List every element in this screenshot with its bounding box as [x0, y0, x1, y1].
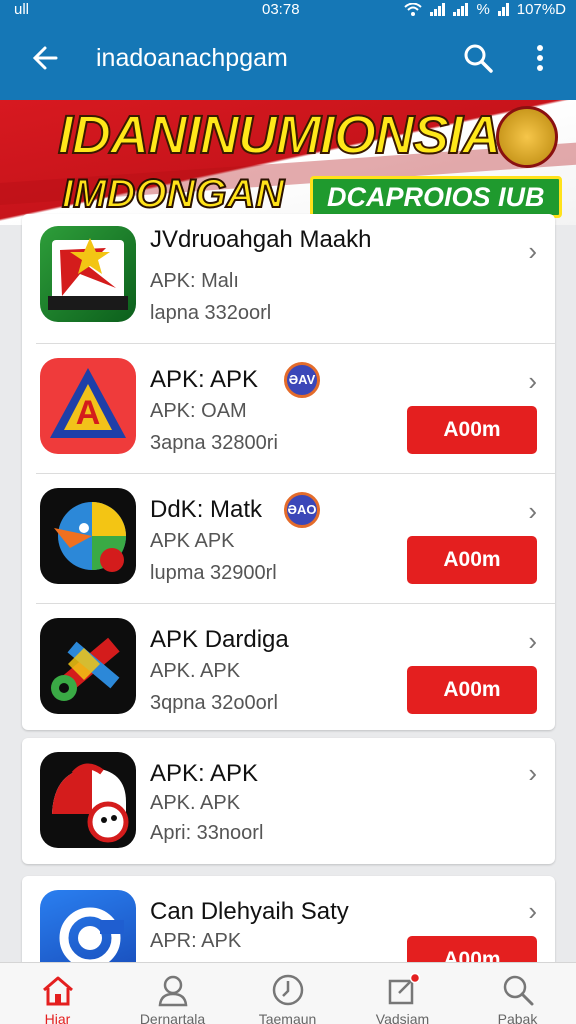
- nav-account[interactable]: Dernartala: [115, 963, 230, 1024]
- list-item[interactable]: A APK: APK ƏAV APK: OAM 3apna 32800ri › …: [22, 344, 555, 474]
- notification-icon: [388, 973, 421, 1005]
- app-name: APK Dardiga: [150, 626, 289, 653]
- app-badge: ƏAV: [284, 362, 320, 398]
- cell-signal-icon-3: [497, 3, 509, 16]
- list-item[interactable]: APK: APK APK. APK Apri: 33noorl ›: [22, 738, 555, 864]
- app-bar: inadoanachpgam: [0, 20, 576, 100]
- signal-label: ull: [14, 1, 30, 18]
- app-subtitle: APK APK: [150, 530, 235, 552]
- more-vert-icon[interactable]: [526, 40, 554, 76]
- install-button[interactable]: A00m: [407, 536, 537, 584]
- nav-notifications[interactable]: Vadsiam: [345, 963, 460, 1024]
- search-icon: [503, 975, 534, 1006]
- app-subtitle: APK: OAM: [150, 400, 247, 422]
- app-list-card: JVdruoahgah Maakh APK: Malı lapna 332oor…: [22, 214, 555, 730]
- banner-subheadline: IMDONGAN: [61, 171, 285, 217]
- install-button[interactable]: A00m: [407, 406, 537, 454]
- app-subtitle: APR: APK: [150, 930, 242, 952]
- status-bar: ull 03:78 % 107%D: [0, 0, 576, 20]
- chevron-right-icon[interactable]: ›: [528, 896, 537, 927]
- chevron-right-icon[interactable]: ›: [528, 366, 537, 397]
- app-meta: 3apna 32800ri: [150, 432, 278, 454]
- cell-signal-icon-2: [453, 3, 469, 16]
- banner-pill: DCAPROIOS IUB: [310, 176, 562, 218]
- install-button[interactable]: A00m: [407, 666, 537, 714]
- page-title: inadoanachpgam: [96, 44, 288, 72]
- cell-signal-icon: [430, 3, 446, 16]
- list-item[interactable]: JVdruoahgah Maakh APK: Malı lapna 332oor…: [22, 214, 555, 344]
- app-icon: A: [40, 358, 136, 454]
- app-meta: 3qpna 32o0orl: [150, 692, 278, 714]
- user-icon: [158, 975, 188, 1007]
- clock-icon: [272, 974, 304, 1006]
- banner-headline: IDANINUMIONSIA: [57, 104, 502, 166]
- battery-percent-symbol: %: [476, 1, 490, 18]
- app-subtitle: APK. APK: [150, 660, 241, 682]
- app-meta: lapna 332oorl: [150, 302, 272, 324]
- app-name: JVdruoahgah Maakh: [150, 226, 372, 253]
- chevron-right-icon[interactable]: ›: [528, 496, 537, 527]
- app-subtitle: APK. APK: [150, 792, 241, 814]
- chevron-right-icon[interactable]: ›: [528, 758, 537, 789]
- wifi-icon: [404, 2, 423, 16]
- emblem-icon: [496, 106, 558, 168]
- search-icon[interactable]: [460, 40, 496, 76]
- battery-level: 107%D: [516, 1, 566, 18]
- chevron-right-icon[interactable]: ›: [528, 626, 537, 657]
- list-item[interactable]: APK Dardiga APK. APK 3qpna 32o0orl › A00…: [22, 604, 555, 730]
- app-meta: Apri: 33noorl: [150, 822, 264, 844]
- nav-home[interactable]: Hiar: [0, 963, 115, 1024]
- nav-label: Pabak: [497, 1011, 538, 1024]
- nav-label: Dernartala: [139, 1011, 206, 1024]
- app-meta: lupma 32900rl: [150, 562, 277, 584]
- promo-banner[interactable]: IDANINUMIONSIA IMDONGAN DCAPROIOS IUB: [0, 100, 576, 225]
- app-name: Can Dlehyaih Saty: [150, 898, 349, 925]
- arrow-left-icon[interactable]: [30, 40, 62, 76]
- app-icon: [40, 226, 136, 322]
- app-list-card: Can Dlehyaih Saty APR: APK › A00m: [22, 876, 555, 976]
- app-name: DdK: Matk: [150, 496, 263, 523]
- app-icon: [40, 618, 136, 714]
- app-name: APK: APK: [150, 760, 259, 787]
- nav-search[interactable]: Pabak: [460, 963, 575, 1024]
- app-name: APK: APK: [150, 366, 259, 393]
- app-list-card: APK: APK APK. APK Apri: 33noorl ›: [22, 738, 555, 864]
- app-subtitle: APK: Malı: [150, 270, 239, 292]
- nav-history[interactable]: Taemaun: [230, 963, 345, 1024]
- nav-label: Hiar: [44, 1011, 71, 1024]
- home-icon: [43, 976, 73, 1006]
- nav-label: Taemaun: [258, 1011, 317, 1024]
- app-icon: [40, 752, 136, 848]
- svg-text:A: A: [76, 394, 101, 432]
- list-item[interactable]: DdK: Matk ƏAO APK APK lupma 32900rl › A0…: [22, 474, 555, 604]
- bottom-nav: Hiar Dernartala Taemaun Vadsiam Pabak: [0, 962, 576, 1024]
- chevron-right-icon[interactable]: ›: [528, 236, 537, 267]
- nav-label: Vadsiam: [375, 1011, 430, 1024]
- list-item[interactable]: Can Dlehyaih Saty APR: APK › A00m: [22, 876, 555, 976]
- status-time: 03:78: [262, 1, 300, 18]
- app-icon: [40, 488, 136, 584]
- app-badge: ƏAO: [284, 492, 320, 528]
